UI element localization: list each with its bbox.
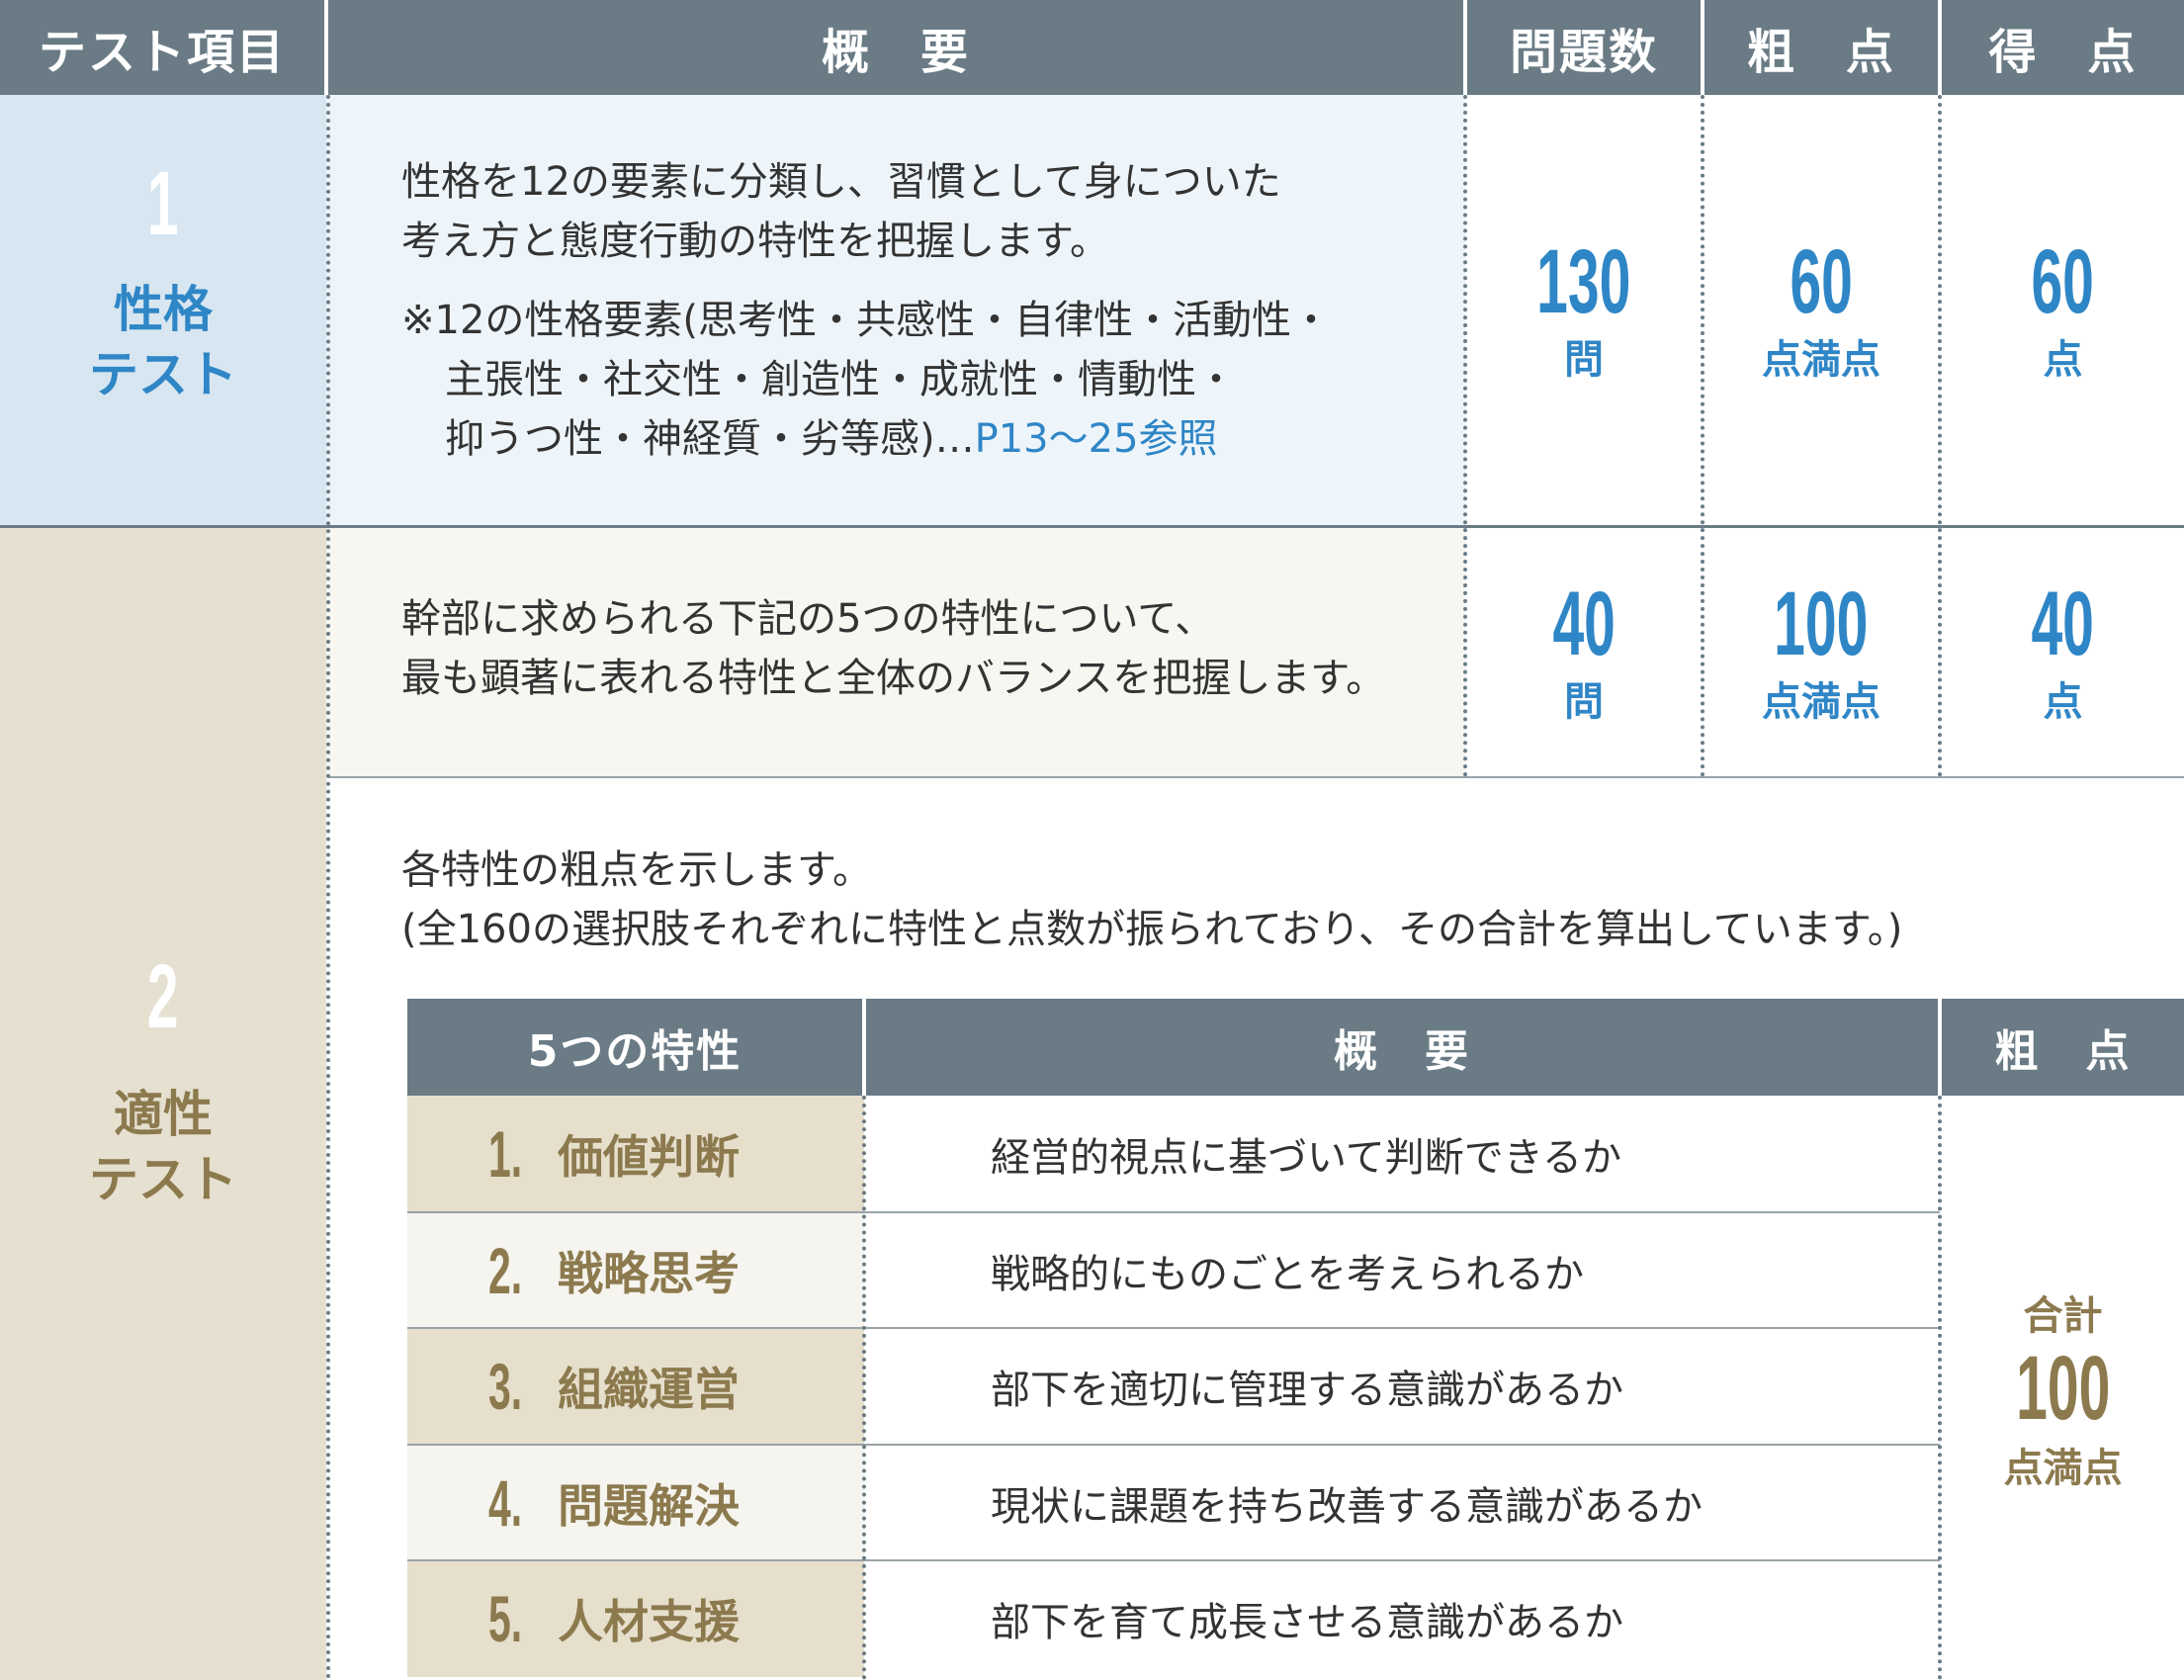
- row1-desc-line1: 性格を12の要素に分類し、習慣として身についた: [401, 159, 1281, 205]
- trait-name-cell: 4. 問題解決: [407, 1445, 864, 1560]
- row1-raw-score: 60 点満点: [1704, 95, 1938, 526]
- row2-score-value: 40: [2031, 574, 2095, 674]
- trait-name-cell: 3. 組織運営: [407, 1328, 864, 1445]
- trait-description: 戦略的にものごとを考えられるか: [991, 1251, 1584, 1297]
- row1-number: 1: [147, 153, 179, 254]
- row1-score-value: 60: [2031, 231, 2095, 332]
- header-score: 得 点: [1942, 0, 2184, 95]
- row2-questions: 40 問: [1467, 528, 1701, 777]
- row1-raw-value: 60: [1790, 231, 1853, 332]
- trait-number: 5.: [488, 1582, 523, 1655]
- row2-desc-line1: 幹部に求められる下記の5つの特性について、: [401, 596, 1215, 642]
- row2-divider: [328, 776, 2184, 778]
- row1-score: 60 点: [1942, 95, 2184, 526]
- row2-score: 40 点: [1942, 528, 2184, 777]
- divider-col3: [1701, 95, 1704, 777]
- trait-description: 部下を育て成長させる意識があるか: [991, 1600, 1623, 1645]
- traits-header-raw-score: 粗 点: [1942, 999, 2184, 1096]
- row1-score-unit: 点: [2043, 337, 2083, 383]
- row1-page-reference: P13〜25参照: [974, 416, 1218, 462]
- header-test-item: テスト項目: [0, 0, 324, 95]
- traits-header-overview: 概 要: [866, 999, 1938, 1096]
- row2-score-unit: 点: [2043, 679, 2083, 725]
- row1-note-line2: 主張性・社交性・創造性・成就性・情動性・: [445, 357, 1236, 402]
- trait-description: 現状に課題を持ち改善する意識があるか: [991, 1483, 1703, 1530]
- trait-number: 2.: [488, 1233, 523, 1307]
- trait-name-cell: 1. 価値判断: [407, 1096, 864, 1212]
- traits-total-cell: 合計 100 点満点: [1942, 1096, 2184, 1680]
- trait-description: 部下を適切に管理する意識があるか: [991, 1368, 1623, 1413]
- trait-desc-cell: 現状に課題を持ち改善する意識があるか: [864, 1445, 1940, 1560]
- row2-questions-value: 40: [1552, 574, 1616, 674]
- row1-title-line2: テスト: [89, 346, 237, 403]
- trait-row-divider: [407, 1211, 1940, 1213]
- divider-col2: [1463, 95, 1467, 777]
- row2-number: 2: [147, 945, 179, 1047]
- trait-number: 4.: [488, 1465, 523, 1540]
- divider-trait-col2: [1938, 1096, 1942, 1680]
- row2-sub-line2: (全160の選択肢それぞれに特性と点数が振られており、その合計を算出しています。…: [401, 907, 1903, 952]
- row1-label-cell: 1 性格 テスト: [0, 95, 326, 526]
- trait-name: 価値判断: [558, 1130, 740, 1184]
- row2-desc-line2: 最も顕著に表れる特性と全体のバランスを把握します。: [401, 656, 1386, 701]
- row1-note-line3-text: 抑うつ性・神経質・劣等感)…: [445, 416, 975, 462]
- trait-row-divider: [407, 1327, 1940, 1329]
- trait-name: 問題解決: [558, 1478, 740, 1533]
- traits-total-value: 100: [2015, 1337, 2111, 1439]
- trait-desc-cell: 戦略的にものごとを考えられるか: [864, 1212, 1940, 1328]
- trait-name: 人材支援: [558, 1595, 740, 1648]
- trait-name: 戦略思考: [558, 1246, 740, 1300]
- row1-raw-unit: 点満点: [1762, 337, 1880, 383]
- traits-total-unit: 点満点: [2003, 1445, 2123, 1491]
- divider-trait-col1: [862, 1096, 866, 1680]
- row2-sub-line1: 各特性の粗点を示します。: [401, 847, 872, 893]
- trait-row-divider: [407, 1559, 1940, 1561]
- trait-name-cell: 2. 戦略思考: [407, 1212, 864, 1328]
- divider-col1: [326, 95, 330, 1680]
- trait-desc-cell: 部下を適切に管理する意識があるか: [864, 1328, 1940, 1445]
- trait-desc-cell: 経営的視点に基づいて判断できるか: [864, 1096, 1940, 1212]
- trait-number: 1.: [488, 1117, 523, 1191]
- row2-title-line2: テスト: [89, 1150, 237, 1208]
- row2-raw-score: 100 点満点: [1704, 528, 1938, 777]
- traits-header-traits: 5つの特性: [407, 999, 862, 1096]
- row1-title-line1: 性格: [114, 281, 213, 338]
- trait-row-divider: [407, 1444, 1940, 1446]
- trait-name: 組織運営: [558, 1363, 740, 1416]
- row2-questions-unit: 問: [1564, 679, 1604, 725]
- row2-raw-value: 100: [1774, 574, 1869, 674]
- traits-total-label: 合計: [2023, 1292, 2103, 1339]
- trait-number: 3.: [488, 1350, 523, 1423]
- trait-description: 経営的視点に基づいて判断できるか: [991, 1135, 1621, 1181]
- trait-name-cell: 5. 人材支援: [407, 1560, 864, 1677]
- row1-questions-unit: 問: [1564, 337, 1604, 383]
- row1-desc-line2: 考え方と態度行動の特性を把握します。: [401, 219, 1109, 264]
- row1-questions-value: 130: [1536, 231, 1631, 332]
- header-raw-score: 粗 点: [1704, 0, 1938, 95]
- header-question-count: 問題数: [1467, 0, 1701, 95]
- row2-label-cell: 2 適性 テスト: [0, 528, 326, 1680]
- row2-title-line1: 適性: [114, 1085, 213, 1143]
- row1-note-line1: ※12の性格要素(思考性・共感性・自律性・活動性・: [401, 298, 1332, 343]
- row1-note-line3: 抑うつ性・神経質・劣等感)…P13〜25参照: [445, 409, 1218, 469]
- row1-questions: 130 問: [1467, 95, 1701, 526]
- divider-col4: [1938, 95, 1942, 777]
- trait-desc-cell: 部下を育て成長させる意識があるか: [864, 1560, 1940, 1677]
- row2-raw-unit: 点満点: [1762, 679, 1880, 725]
- header-overview: 概 要: [328, 0, 1463, 95]
